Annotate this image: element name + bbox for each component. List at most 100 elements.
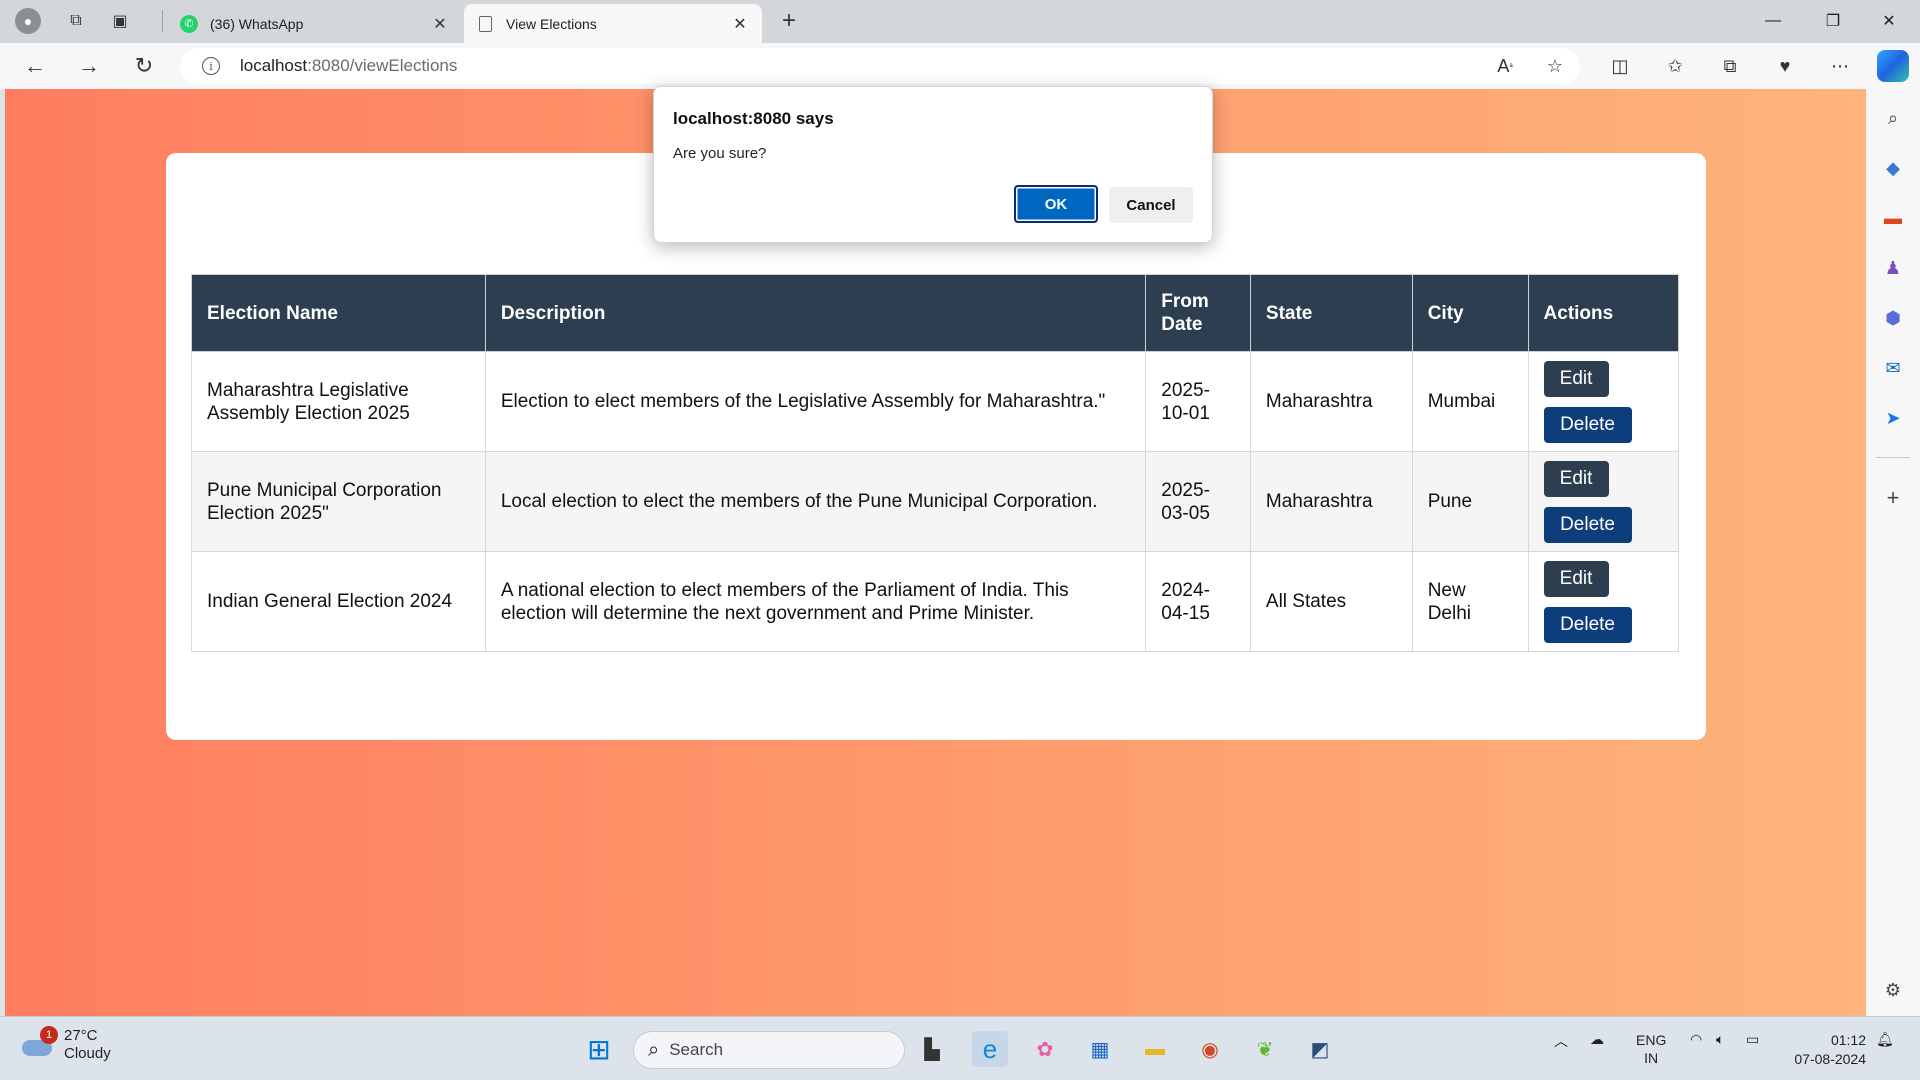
tools-icon[interactable]: ▬ [1880,205,1906,231]
edit-button[interactable]: Edit [1543,560,1609,597]
edge-icon[interactable]: e [972,1031,1008,1067]
table-row: Pune Municipal Corporation Election 2025… [191,451,1680,552]
tab-whatsapp[interactable]: ✆ (36) WhatsApp ✕ [168,4,462,43]
battery-icon[interactable]: ▭ [1746,1031,1759,1048]
tab-title: View Elections [506,15,597,32]
tab-view-elections[interactable]: View Elections ✕ [464,4,762,43]
store-icon[interactable]: ▦ [1082,1031,1118,1067]
table-row: Maharashtra Legislative Assembly Electio… [191,351,1680,452]
cell-state: All States [1249,551,1413,652]
weather-widget[interactable]: 1 27°C Cloudy [20,1026,111,1063]
refresh-button[interactable]: ↻ [127,50,161,82]
notification-badge: 1 [40,1026,58,1044]
read-aloud-icon[interactable]: Aᵃ [1490,52,1520,80]
dialog-title: localhost:8080 says [673,109,834,128]
taskbar: 1 27°C Cloudy ⊞ ⌕ Search ▙ e ✿ ▦ ▬ ◉ ❦ ◩… [0,1016,1920,1080]
microsoft-365-icon[interactable]: ⬢ [1880,305,1906,331]
minimize-button[interactable]: — [1750,6,1796,36]
new-tab-button[interactable]: + [772,6,806,36]
edge-sidebar: ⌕ ◆ ▬ ♟ ⬢ ✉ ➤ + ⚙ [1866,89,1920,1016]
copilot-icon[interactable] [1877,50,1909,82]
file-explorer-icon[interactable]: ▬ [1137,1031,1173,1067]
close-icon[interactable]: ✕ [430,14,450,34]
more-menu-icon[interactable]: ⋯ [1825,52,1855,80]
outlook-icon[interactable]: ✉ [1880,355,1906,381]
delete-button[interactable]: Delete [1543,406,1632,443]
cell-state: Maharashtra [1249,451,1413,552]
cell-city: Pune [1411,451,1529,552]
table-header-row: Election Name Description From Date Stat… [191,274,1680,352]
onedrive-icon[interactable]: ☁ [1590,1031,1604,1048]
cell-election-name: Maharashtra Legislative Assembly Electio… [191,351,486,452]
search-placeholder: Search [669,1040,724,1059]
start-icon[interactable]: ⊞ [581,1031,617,1067]
close-window-button[interactable]: ✕ [1866,6,1912,36]
search-icon[interactable]: ⌕ [1880,105,1906,131]
favorite-star-icon[interactable]: ☆ [1540,52,1570,80]
send-icon[interactable]: ➤ [1880,405,1906,431]
weather-temp: 27°C [64,1027,98,1044]
workspaces-icon[interactable]: ⧉ [60,8,92,34]
games-icon[interactable]: ♟ [1880,255,1906,281]
taskbar-search[interactable]: ⌕ Search [633,1031,905,1069]
tab-title: (36) WhatsApp [210,15,304,32]
collections-icon[interactable]: ⧉ [1715,52,1745,80]
ok-button[interactable]: OK [1014,185,1098,223]
restore-button[interactable]: ❐ [1810,6,1856,36]
region-label: IN [1644,1050,1659,1066]
profile-button[interactable]: ● [12,8,44,34]
favorites-icon[interactable]: ✩ [1660,52,1690,80]
elections-table: Election Name Description From Date Stat… [191,274,1680,652]
cloud-icon: 1 [20,1026,58,1058]
delete-button[interactable]: Delete [1543,506,1632,543]
back-button[interactable]: ← [18,50,52,82]
clock-date: 07-08-2024 [1794,1051,1866,1067]
spring-tools-icon[interactable]: ❦ [1247,1031,1283,1067]
cell-description: Local election to elect the members of t… [484,451,1147,552]
address-bar[interactable]: i localhost:8080/viewElections [180,48,1580,84]
system-clock[interactable]: 01:12 07-08-2024 [1782,1031,1866,1069]
copilot-taskbar-icon[interactable]: ✿ [1027,1031,1063,1067]
language-label: ENG [1636,1032,1667,1048]
task-view-icon[interactable]: ▙ [914,1031,950,1067]
browser-toolbar: ← → ↻ i localhost:8080/viewElections Aᵃ … [0,43,1920,89]
volume-icon[interactable]: 🔈︎ [1716,1031,1724,1048]
cell-city: New Delhi [1411,551,1529,652]
shopping-tag-icon[interactable]: ◆ [1880,155,1906,181]
tab-strip: ● ⧉ ▣ ✆ (36) WhatsApp ✕ View Elections ✕… [0,0,1920,43]
clock-time: 01:12 [1830,1032,1866,1048]
cell-from-date: 2025-03-05 [1145,451,1251,552]
header-actions: Actions [1527,274,1680,352]
header-from-date: From Date [1145,274,1251,352]
cell-actions: Edit Delete [1527,351,1680,452]
edit-button[interactable]: Edit [1543,460,1609,497]
forward-button[interactable]: → [72,50,106,82]
add-icon[interactable]: + [1880,485,1906,511]
cell-actions: Edit Delete [1527,451,1680,552]
mysql-workbench-icon[interactable]: ◩ [1302,1031,1338,1067]
url-host: localhost [240,56,308,75]
edit-button[interactable]: Edit [1543,360,1609,397]
cancel-button[interactable]: Cancel [1109,187,1193,223]
cell-description: Election to elect members of the Legisla… [484,351,1147,452]
delete-button[interactable]: Delete [1543,606,1632,643]
tab-actions-icon[interactable]: ▣ [104,8,136,34]
powerpoint-icon[interactable]: ◉ [1192,1031,1228,1067]
chevron-up-icon[interactable]: ︿ [1554,1031,1568,1051]
notification-bell-icon[interactable]: 🔔︎ [1876,1031,1894,1048]
info-icon[interactable]: i [202,57,220,75]
confirm-dialog: localhost:8080 says Are you sure? OK Can… [653,86,1213,243]
search-icon: ⌕ [648,1038,660,1061]
cell-election-name: Indian General Election 2024 [191,551,486,652]
settings-icon[interactable]: ⚙ [1880,977,1906,1003]
header-state: State [1249,274,1413,352]
language-indicator[interactable]: ENG IN [1636,1031,1666,1067]
close-icon[interactable]: ✕ [730,14,750,34]
wifi-icon[interactable]: ◠ [1690,1031,1702,1048]
tab-divider [162,10,163,32]
browser-essentials-icon[interactable]: ♥ [1770,52,1800,80]
cell-from-date: 2024-04-15 [1145,551,1251,652]
split-screen-icon[interactable]: ◫ [1605,52,1635,80]
cell-description: A national election to elect members of … [484,551,1147,652]
table-row: Indian General Election 2024 A national … [191,551,1680,652]
